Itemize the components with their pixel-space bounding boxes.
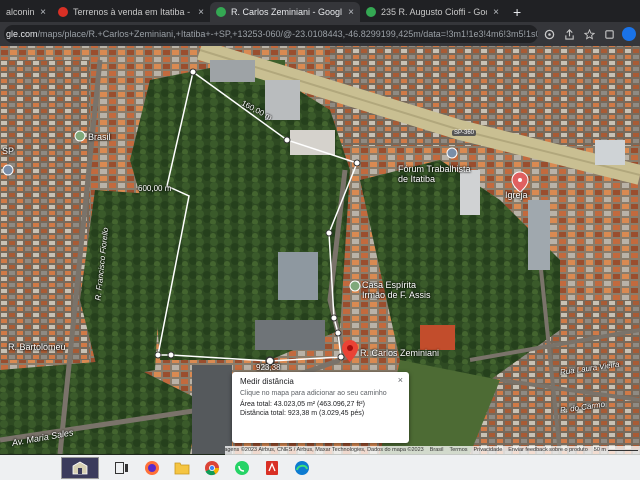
google-lens-icon[interactable] [540,25,558,43]
tab-title: alconin [6,7,35,17]
site-favicon-icon [58,7,68,17]
extensions-icon[interactable] [600,25,618,43]
terms-link[interactable]: Termos [449,446,467,455]
close-tab-icon[interactable]: × [493,7,499,18]
url-path: /maps/place/R.+Carlos+Zeminiani,+Itatiba… [37,29,538,39]
close-tab-icon[interactable]: × [198,7,204,18]
file-explorer-icon[interactable] [171,457,193,479]
tab-title: R. Carlos Zeminiani - Google Maps [231,7,343,17]
map-attribution-bar: Imagens ©2023 Airbus, CNES / Airbus, Max… [225,446,640,455]
pdf-reader-icon[interactable] [261,457,283,479]
scale-bar[interactable]: 50 m [594,446,638,455]
segment-label-bottom: 923,38 [256,363,281,372]
firefox-icon[interactable] [141,457,163,479]
chrome-icon[interactable] [201,457,223,479]
tab-title: 235 R. Augusto Cioffi - Google Maps [381,7,487,17]
screen: alconin × Terrenos à venda em Itatiba - … [0,0,640,480]
close-tab-icon[interactable]: × [348,7,354,18]
measure-title: Medir distância [240,377,294,386]
scale-label: 50 m [593,447,606,453]
edge-icon[interactable] [291,457,313,479]
close-icon[interactable]: × [398,375,403,385]
new-tab-button[interactable]: + [505,2,529,22]
close-tab-icon[interactable]: × [40,7,46,18]
task-view-icon[interactable] [111,457,133,479]
map-label-casa-espirita-2[interactable]: Irmão de F. Assis [362,290,431,300]
map-label-bartolomeu: R. Bartolomeu [8,342,66,352]
browser-tab[interactable]: alconin × [0,2,52,22]
profile-avatar[interactable] [622,27,636,41]
measure-distance-card: Medir distância × Clique no mapa para ad… [232,372,409,443]
maps-favicon-icon [366,7,376,17]
segment-label-left: 600,00 m [138,184,172,193]
map-label-street-pin[interactable]: R. Carlos Zeminiani [360,348,439,358]
location-pin-icon[interactable] [342,340,358,362]
map-label-forum[interactable]: Fórum Trabalhista de Itatiba [398,164,478,184]
privacy-link[interactable]: Privacidade [474,446,503,455]
map-label-casa-espirita[interactable]: Casa Espírita [362,280,416,290]
tab-title: Terrenos à venda em Itatiba - SP [73,7,193,17]
browser-tab-active[interactable]: R. Carlos Zeminiani - Google Maps × [210,2,360,22]
imagery-credit: Imagens ©2023 Airbus, CNES / Airbus, Max… [225,447,424,453]
share-icon[interactable] [560,25,578,43]
address-bar[interactable]: gle.com/maps/place/R.+Carlos+Zeminiani,+… [4,25,538,43]
bookmark-star-icon[interactable] [580,25,598,43]
browser-tab[interactable]: 235 R. Augusto Cioffi - Google Maps × [360,2,505,22]
measure-distance: Distância total: 923,38 m (3.029,45 pés) [240,410,365,417]
country-link[interactable]: Brasil [430,446,444,455]
scale-line [608,446,638,451]
os-taskbar [0,455,640,480]
browser-toolbar: gle.com/maps/place/R.+Carlos+Zeminiani,+… [0,22,640,46]
url-host: gle.com [6,29,38,39]
map-label-church[interactable]: Igreja [505,190,528,200]
map-label-sp: SP [2,146,15,156]
road-shield: SP-360 [452,130,477,136]
search-icon[interactable] [61,456,99,479]
measure-area: Área total: 43.023,05 m² (463.096,27 ft²… [240,401,365,408]
maps-favicon-icon [216,7,226,17]
map-label-brasil[interactable]: Brasil [88,132,111,142]
browser-tab-strip: alconin × Terrenos à venda em Itatiba - … [0,0,640,22]
browser-tab[interactable]: Terrenos à venda em Itatiba - SP × [52,2,210,22]
whatsapp-icon[interactable] [231,457,253,479]
feedback-link[interactable]: Enviar feedback sobre o produto [508,446,588,455]
measure-hint: Clique no mapa para adicionar ao seu cam… [240,390,387,397]
